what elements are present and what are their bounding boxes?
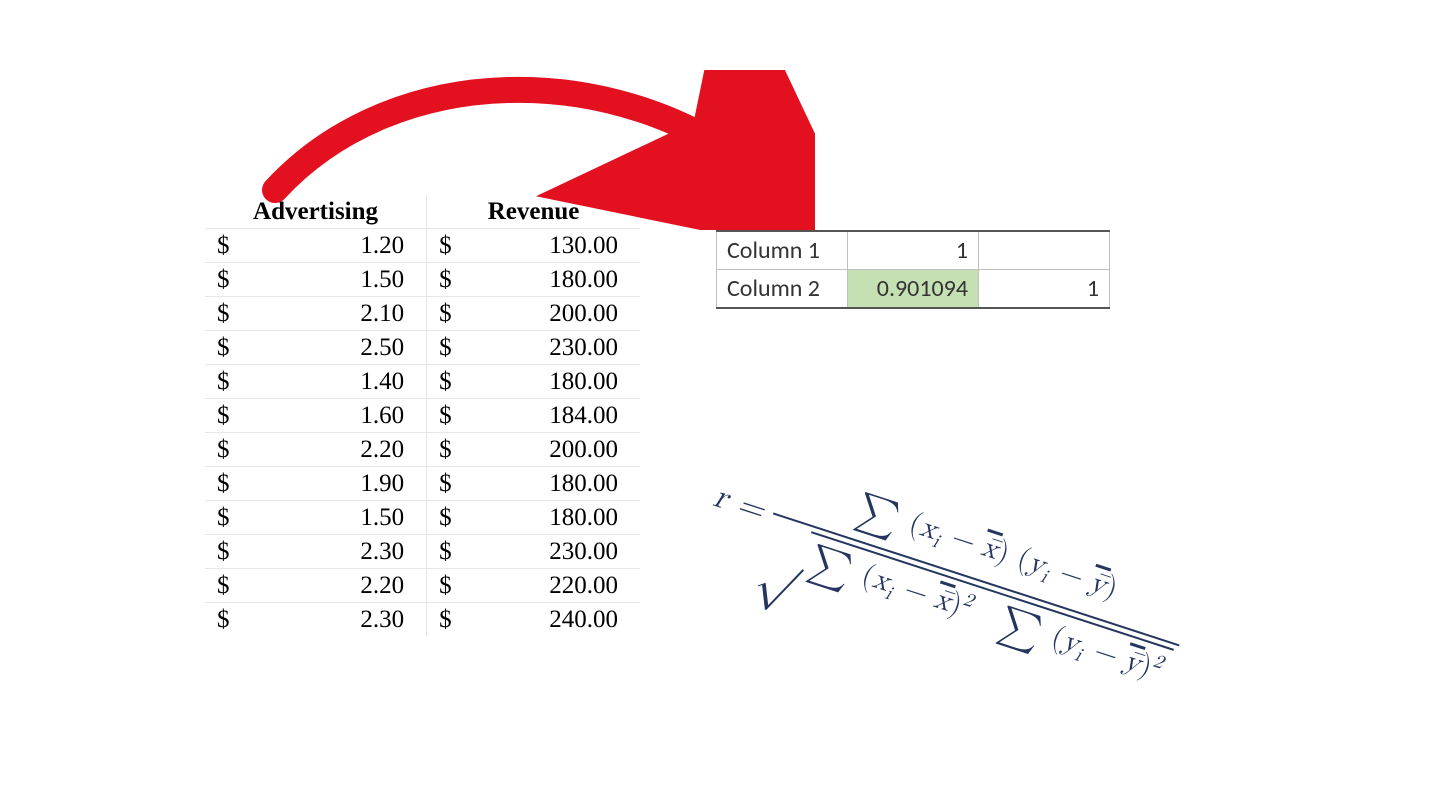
currency-symbol: $ xyxy=(427,535,464,569)
currency-symbol: $ xyxy=(205,263,241,297)
currency-symbol: $ xyxy=(427,365,464,399)
table-row: $2.50$230.00 xyxy=(205,331,640,365)
advertising-value: 2.10 xyxy=(241,297,427,331)
table-row: $1.90$180.00 xyxy=(205,467,640,501)
currency-symbol: $ xyxy=(205,535,241,569)
revenue-value: 184.00 xyxy=(463,399,640,433)
advertising-value: 2.20 xyxy=(241,569,427,603)
currency-symbol: $ xyxy=(205,569,241,603)
table-row: $2.30$240.00 xyxy=(205,603,640,637)
currency-symbol: $ xyxy=(205,467,241,501)
revenue-value: 180.00 xyxy=(463,365,640,399)
currency-symbol: $ xyxy=(427,263,464,297)
sum-icon: ∑ xyxy=(992,602,1048,654)
advertising-value: 2.30 xyxy=(241,603,427,637)
revenue-value: 180.00 xyxy=(463,467,640,501)
corr-row1-c1: 1 xyxy=(848,231,979,270)
currency-symbol: $ xyxy=(205,297,241,331)
advertising-value: 1.40 xyxy=(241,365,427,399)
table-row: $1.20$130.00 xyxy=(205,229,640,263)
sum-icon: ∑ xyxy=(850,489,906,541)
currency-symbol: $ xyxy=(427,569,464,603)
currency-symbol: $ xyxy=(205,501,241,535)
corr-row1-label: Column 1 xyxy=(717,231,848,270)
table-row: $1.40$180.00 xyxy=(205,365,640,399)
advertising-value: 1.90 xyxy=(241,467,427,501)
data-table-header-revenue: Revenue xyxy=(427,195,640,229)
corr-row1-c2 xyxy=(979,231,1110,270)
currency-symbol: $ xyxy=(427,501,464,535)
revenue-value: 230.00 xyxy=(463,535,640,569)
table-row: $1.60$184.00 xyxy=(205,399,640,433)
advertising-value: 1.50 xyxy=(241,501,427,535)
data-table: Advertising Revenue $1.20$130.00$1.50$18… xyxy=(205,195,640,636)
revenue-value: 200.00 xyxy=(463,433,640,467)
currency-symbol: $ xyxy=(427,603,464,637)
currency-symbol: $ xyxy=(205,603,241,637)
correlation-formula: r = ∑ (xi − x̄) (yi − ȳ) √ ∑ (xi − x̄)2 … xyxy=(634,420,1260,722)
table-row: $2.20$200.00 xyxy=(205,433,640,467)
sum-icon: ∑ xyxy=(802,541,858,593)
currency-symbol: $ xyxy=(427,433,464,467)
currency-symbol: $ xyxy=(205,399,241,433)
revenue-value: 230.00 xyxy=(463,331,640,365)
table-row: $1.50$180.00 xyxy=(205,501,640,535)
data-table-header-advertising: Advertising xyxy=(205,195,427,229)
advertising-value: 1.20 xyxy=(241,229,427,263)
currency-symbol: $ xyxy=(427,229,464,263)
revenue-value: 130.00 xyxy=(463,229,640,263)
currency-symbol: $ xyxy=(205,229,241,263)
corr-row2-label: Column 2 xyxy=(717,270,848,309)
advertising-value: 2.20 xyxy=(241,433,427,467)
corr-row2-c2: 1 xyxy=(979,270,1110,309)
advertising-value: 2.30 xyxy=(241,535,427,569)
table-row: $2.30$230.00 xyxy=(205,535,640,569)
revenue-value: 220.00 xyxy=(463,569,640,603)
table-row: $2.20$220.00 xyxy=(205,569,640,603)
revenue-value: 180.00 xyxy=(463,263,640,297)
advertising-value: 1.50 xyxy=(241,263,427,297)
advertising-value: 1.60 xyxy=(241,399,427,433)
revenue-value: 240.00 xyxy=(463,603,640,637)
corr-row2-c1: 0.901094 xyxy=(848,270,979,309)
table-row: $2.10$200.00 xyxy=(205,297,640,331)
currency-symbol: $ xyxy=(427,331,464,365)
currency-symbol: $ xyxy=(427,467,464,501)
revenue-value: 180.00 xyxy=(463,501,640,535)
table-row: $1.50$180.00 xyxy=(205,263,640,297)
currency-symbol: $ xyxy=(205,365,241,399)
currency-symbol: $ xyxy=(205,433,241,467)
correlation-matrix: Column 1 1 Column 2 0.901094 1 xyxy=(716,230,1110,309)
currency-symbol: $ xyxy=(427,297,464,331)
currency-symbol: $ xyxy=(205,331,241,365)
currency-symbol: $ xyxy=(427,399,464,433)
revenue-value: 200.00 xyxy=(463,297,640,331)
advertising-value: 2.50 xyxy=(241,331,427,365)
